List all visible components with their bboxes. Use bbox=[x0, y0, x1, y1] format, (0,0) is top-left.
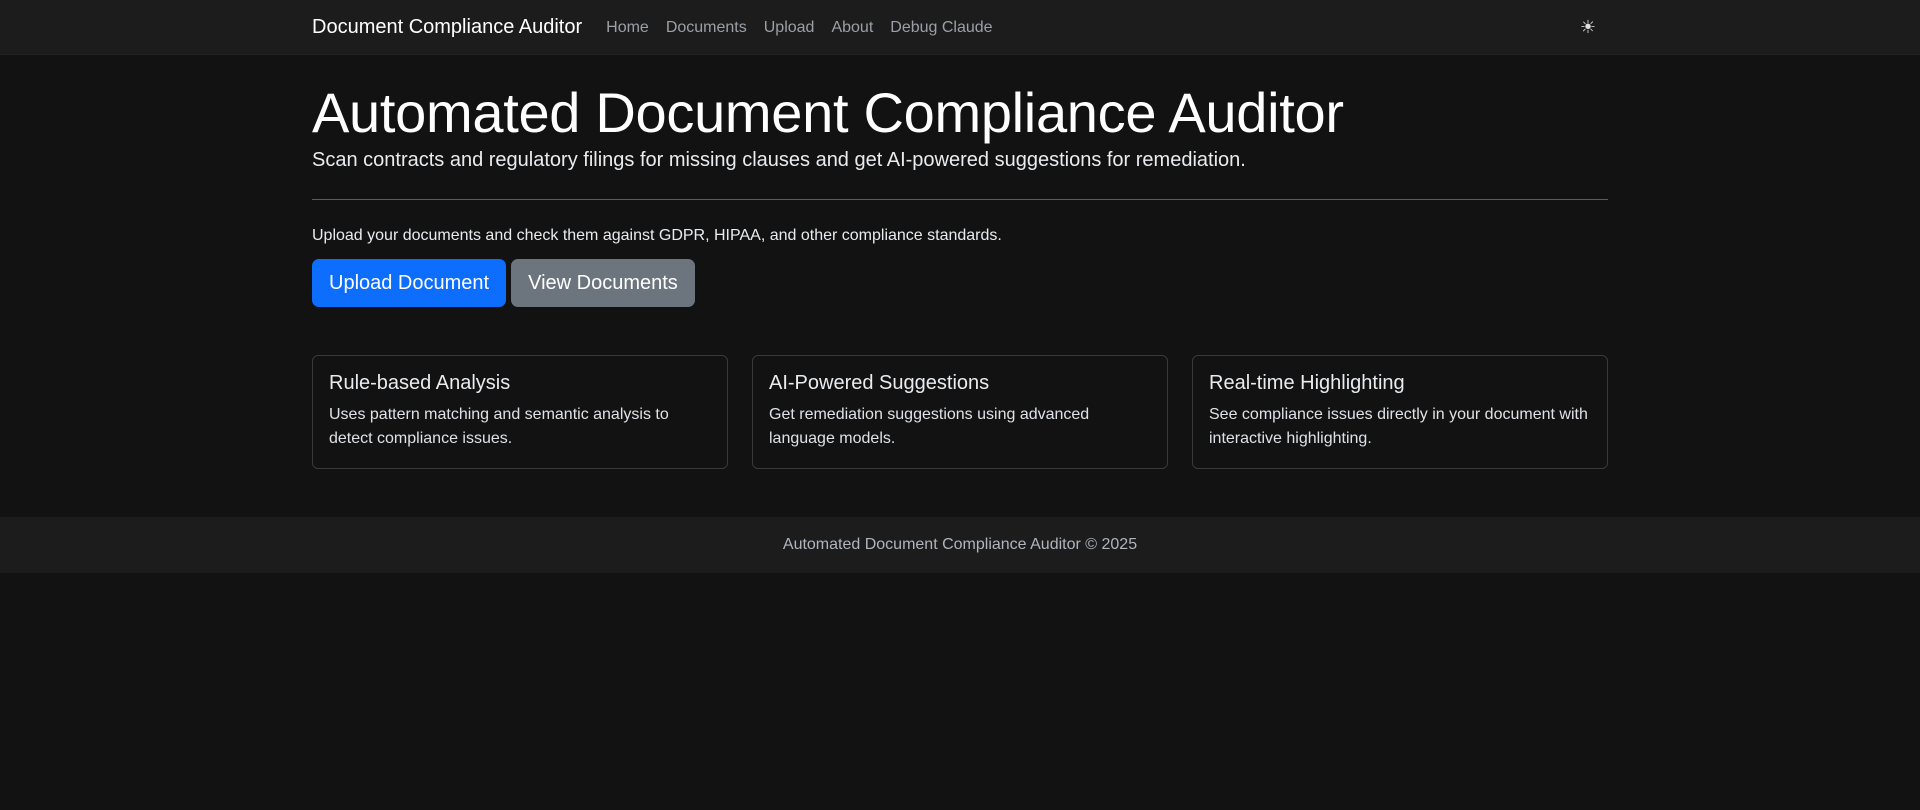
card-title: Rule-based Analysis bbox=[329, 372, 511, 395]
nav-link-home[interactable]: Home bbox=[606, 19, 649, 37]
footer: Automated Document Compliance Auditor © … bbox=[0, 517, 1920, 574]
navbar: Document Compliance Auditor Home Documen… bbox=[0, 0, 1920, 55]
nav-link-upload[interactable]: Upload bbox=[764, 19, 815, 37]
feature-card-ai-suggestions: AI-Powered Suggestions Get remediation s… bbox=[752, 355, 1168, 470]
page-title: Automated Document Compliance Auditor bbox=[312, 81, 1344, 144]
card-text: Uses pattern matching and semantic analy… bbox=[329, 406, 669, 448]
nav-links: Home Documents Upload About Debug Claude bbox=[606, 19, 1009, 37]
feature-card-realtime-highlighting: Real-time Highlighting See compliance is… bbox=[1192, 355, 1608, 470]
feature-cards: Rule-based Analysis Uses pattern matchin… bbox=[312, 355, 1608, 470]
card-title: Real-time Highlighting bbox=[1209, 372, 1405, 395]
sun-icon[interactable]: ☀ bbox=[1580, 13, 1596, 41]
footer-text: Automated Document Compliance Auditor © … bbox=[782, 536, 1138, 554]
divider bbox=[312, 199, 1608, 201]
hero-buttons: Upload Document View Documents bbox=[312, 259, 1608, 308]
card-text: Get remediation suggestions using advanc… bbox=[769, 406, 1090, 448]
nav-link-documents[interactable]: Documents bbox=[666, 19, 747, 37]
main-content: Automated Document Compliance Auditor Sc… bbox=[312, 81, 1608, 470]
nav-link-debug-claude[interactable]: Debug Claude bbox=[890, 19, 992, 37]
navbar-container: Document Compliance Auditor Home Documen… bbox=[312, 0, 1608, 55]
intro-text: Upload your documents and check them aga… bbox=[312, 227, 1002, 245]
card-title: AI-Powered Suggestions bbox=[769, 372, 990, 395]
card-text: See compliance issues directly in your d… bbox=[1209, 406, 1588, 448]
feature-card-rule-based: Rule-based Analysis Uses pattern matchin… bbox=[312, 355, 728, 470]
view-documents-button[interactable]: View Documents bbox=[511, 259, 695, 308]
nav-link-about[interactable]: About bbox=[831, 19, 873, 37]
hero-lead: Scan contracts and regulatory filings fo… bbox=[312, 149, 1246, 172]
navbar-brand[interactable]: Document Compliance Auditor bbox=[312, 16, 582, 39]
upload-document-button[interactable]: Upload Document bbox=[312, 259, 507, 308]
